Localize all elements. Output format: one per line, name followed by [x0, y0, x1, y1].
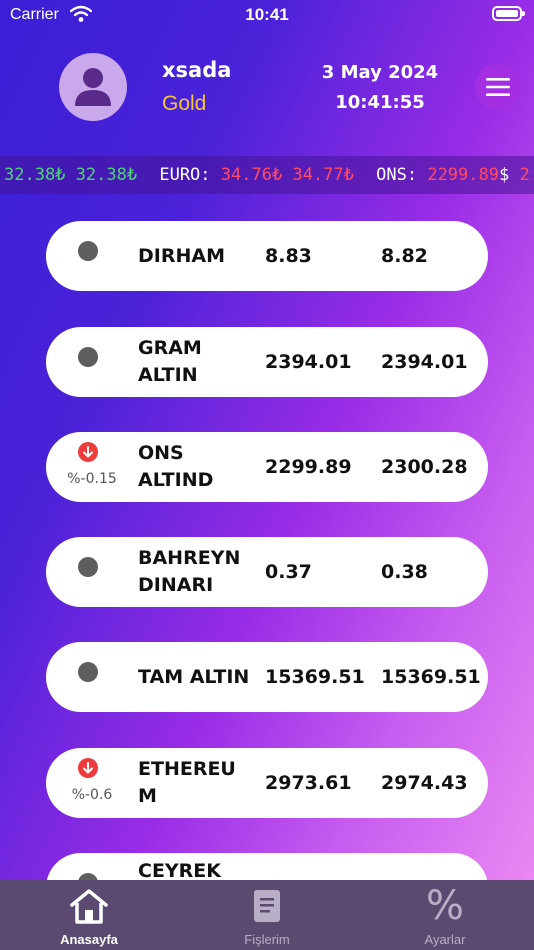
neutral-dot-icon: [78, 662, 98, 682]
ticker-buy: 34.76₺: [220, 165, 283, 185]
rate-row[interactable]: GRAM ALTIN 2394.01 2394.01: [46, 327, 488, 397]
rate-name: TAM ALTIN: [138, 665, 250, 688]
ticker-item: ONS: 2299.89$ 2:: [376, 165, 534, 185]
hamburger-menu-icon: [486, 78, 510, 96]
rate-buy: 15369.51: [265, 666, 365, 688]
ticker-buy: 2299.89: [427, 165, 499, 185]
status-bar: Carrier 10:41: [0, 0, 534, 32]
tab-receipts[interactable]: Fişlerim: [218, 880, 316, 950]
ticker-label: EURO:: [159, 165, 211, 185]
rate-sell: 2974.43: [381, 772, 468, 794]
username: xsada: [162, 58, 232, 82]
rate-buy: 2394.01: [265, 351, 352, 373]
ticker-sell: 34.77₺: [292, 165, 354, 185]
rate-name: BAHREYN DINARI: [138, 547, 241, 596]
ticker-item: 32.38₺ 32.38₺: [4, 165, 137, 185]
user-icon: [75, 68, 111, 106]
percent-icon: %: [425, 883, 465, 929]
status-clock: 10:41: [245, 5, 289, 24]
menu-button[interactable]: [475, 64, 521, 110]
tab-home[interactable]: Anasayfa: [40, 880, 138, 950]
tab-bar: Anasayfa Fişlerim % Ayarlar: [0, 880, 534, 950]
rate-name: ONS ALTIND: [138, 442, 214, 491]
rate-sell: 0.38: [381, 561, 428, 583]
arrow-down-icon: [78, 442, 98, 462]
battery-icon: [492, 6, 525, 21]
ticker-sell: 2:: [519, 165, 534, 185]
receipt-icon: [254, 890, 280, 922]
ticker-track: 32.38₺ 32.38₺ EURO: 34.76₺ 34.77₺ ONS: 2…: [4, 156, 534, 194]
rate-sell: 15369.51: [381, 666, 481, 688]
rate-row[interactable]: BAHREYN DINARI 0.37 0.38: [46, 537, 488, 607]
avatar[interactable]: [59, 53, 127, 121]
change-percent: %-0.6: [71, 787, 113, 803]
current-date: 3 May 2024: [321, 62, 439, 83]
ticker-item: EURO: 34.76₺ 34.77₺: [159, 165, 354, 185]
home-icon: [70, 889, 108, 924]
ticker-currency: $: [498, 165, 510, 185]
ticker-label: ONS:: [376, 165, 418, 185]
rate-row[interactable]: DIRHAM 8.83 8.82: [46, 221, 488, 291]
arrow-down-icon: [78, 758, 98, 778]
membership-level: Gold: [162, 92, 207, 115]
neutral-dot-icon: [78, 241, 98, 261]
neutral-dot-icon: [78, 347, 98, 367]
price-ticker: 32.38₺ 32.38₺ EURO: 34.76₺ 34.77₺ ONS: 2…: [0, 156, 534, 194]
change-percent: %-0.15: [67, 471, 117, 487]
tab-label: Anasayfa: [60, 932, 118, 947]
rate-buy: 8.83: [265, 245, 312, 267]
rate-name: GRAM ALTIN: [138, 337, 202, 386]
rate-sell: 2300.28: [381, 456, 468, 478]
rate-row[interactable]: %-0.15 ONS ALTIND 2299.89 2300.28: [46, 432, 488, 502]
rate-sell: 8.82: [381, 245, 428, 267]
neutral-dot-icon: [78, 557, 98, 577]
rate-row[interactable]: %-0.6 ETHEREU M 2973.61 2974.43: [46, 748, 488, 818]
rate-name: DIRHAM: [138, 244, 225, 267]
rate-buy: 2299.89: [265, 456, 352, 478]
rate-buy: 2973.61: [265, 772, 352, 794]
rate-buy: 0.37: [265, 561, 312, 583]
tab-label: Fişlerim: [244, 932, 290, 947]
rate-row[interactable]: TAM ALTIN 15369.51 15369.51: [46, 642, 488, 712]
tab-label: Ayarlar: [424, 932, 466, 947]
rate-sell: 2394.01: [381, 351, 468, 373]
tab-settings[interactable]: % Ayarlar: [396, 880, 494, 950]
rate-name: ETHEREU M: [138, 758, 236, 807]
ticker-sell: 32.38₺: [75, 165, 138, 185]
ticker-buy: 32.38₺: [4, 165, 66, 185]
current-time: 10:41:55: [335, 92, 425, 113]
